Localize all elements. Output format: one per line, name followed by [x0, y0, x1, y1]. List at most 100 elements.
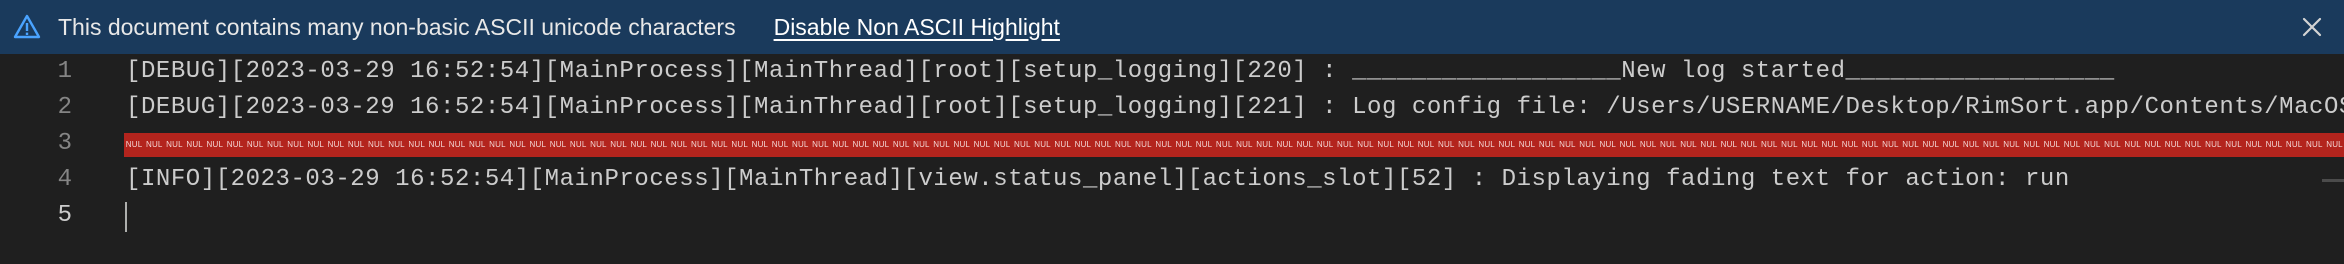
- nul-char: NUL: [2063, 140, 2081, 149]
- line-text[interactable]: [DEBUG][2023-03-29 16:52:54][MainProcess…: [126, 90, 2344, 126]
- nul-char: NUL: [388, 140, 405, 149]
- nul-char: NUL: [1195, 140, 1213, 149]
- nul-char: NUL: [1882, 140, 1899, 149]
- nul-char: NUL: [489, 140, 506, 149]
- line-text[interactable]: [DEBUG][2023-03-29 16:52:54][MainProcess…: [126, 54, 2115, 90]
- banner-message: This document contains many non-basic AS…: [58, 13, 736, 40]
- nul-char: NUL: [448, 140, 466, 149]
- nul-char: NUL: [1377, 140, 1395, 149]
- nul-char: NUL: [2104, 140, 2121, 149]
- nul-char: NUL: [2164, 140, 2182, 149]
- nul-char: NUL: [650, 140, 668, 149]
- nul-char: NUL: [1458, 140, 1475, 149]
- nul-char: NUL: [1437, 140, 1455, 149]
- close-icon[interactable]: [2298, 13, 2326, 41]
- nul-char: NUL: [1962, 140, 1980, 149]
- nul-char: NUL: [1034, 140, 1051, 149]
- nul-char: NUL: [1700, 140, 1718, 149]
- editor-window: This document contains many non-basic AS…: [0, 0, 2344, 264]
- nul-char: NUL: [973, 140, 991, 149]
- nul-char: NUL: [1619, 140, 1637, 149]
- line-text[interactable]: [INFO][2023-03-29 16:52:54][MainProcess]…: [126, 162, 2070, 198]
- nul-char: NUL: [1599, 140, 1617, 149]
- code-editor[interactable]: 1 [DEBUG][2023-03-29 16:52:54][MainProce…: [0, 54, 2344, 264]
- nul-char: NUL: [1518, 140, 1536, 149]
- nul-char: NUL: [1559, 140, 1576, 149]
- nul-char: NUL: [1175, 140, 1193, 149]
- nul-char: NUL: [2124, 140, 2141, 149]
- nul-char: NUL: [529, 140, 547, 149]
- nul-char: NUL: [1296, 140, 1314, 149]
- nul-char: NUL: [2083, 140, 2101, 149]
- line-number: 5: [57, 202, 72, 229]
- nul-char: NUL: [1478, 140, 1495, 149]
- nul-char: NUL: [226, 140, 244, 149]
- nul-char: NUL: [2003, 140, 2020, 149]
- editor-line: 3 NUL NUL NUL NUL NUL NUL NUL NUL NUL NUL NUL NUL NU…: [0, 126, 2344, 162]
- nul-char: NUL: [246, 140, 264, 149]
- nul-char: NUL: [1760, 140, 1778, 149]
- editor-line: 4 [INFO][2023-03-29 16:52:54][MainProces…: [0, 162, 2344, 198]
- nul-char: NUL: [2023, 140, 2041, 149]
- nul-char: NUL: [1397, 140, 1415, 149]
- warning-triangle-icon: [10, 10, 44, 44]
- line-number: 1: [57, 58, 72, 85]
- nul-char: NUL: [1054, 140, 1072, 149]
- line-number: 4: [57, 166, 72, 193]
- editor-line: 2 [DEBUG][2023-03-29 16:52:54][MainProce…: [0, 90, 2344, 126]
- nul-char: NUL: [771, 140, 789, 149]
- nul-char: NUL: [751, 140, 769, 149]
- nul-char: NUL: [1155, 140, 1172, 149]
- nul-char: NUL: [1215, 140, 1233, 149]
- nul-char: NUL: [1114, 140, 1132, 149]
- nul-char: NUL: [1781, 140, 1798, 149]
- nul-char: NUL: [2225, 140, 2242, 149]
- nul-char: NUL: [368, 140, 385, 149]
- nul-char: NUL: [1276, 140, 1294, 149]
- nul-char: NUL: [590, 140, 607, 149]
- text-cursor: [125, 202, 127, 232]
- nul-char: NUL: [569, 140, 587, 149]
- nul-char: NUL: [2184, 140, 2202, 149]
- nul-char: NUL: [670, 140, 688, 149]
- nul-char: NUL: [872, 140, 890, 149]
- nul-char: NUL: [1660, 140, 1677, 149]
- nul-char: NUL: [327, 140, 345, 149]
- nul-char: NUL: [953, 140, 971, 149]
- nul-characters-highlight[interactable]: NUL NUL NUL NUL NUL NUL NUL NUL NUL NUL NUL NUL NUL N…: [124, 133, 2344, 157]
- editor-line-current: 5: [0, 198, 2344, 234]
- nul-char: NUL: [812, 140, 829, 149]
- nul-char: NUL: [1841, 140, 1859, 149]
- nul-char: NUL: [1236, 140, 1253, 149]
- nul-char: NUL: [2205, 140, 2222, 149]
- nul-char: NUL: [1720, 140, 1738, 149]
- nul-char: NUL: [1135, 140, 1152, 149]
- nul-char: NUL: [186, 140, 203, 149]
- nul-char: NUL: [1740, 140, 1758, 149]
- nul-char: NUL: [1902, 140, 1919, 149]
- nul-char: NUL: [1983, 140, 2000, 149]
- nul-char: NUL: [1942, 140, 1960, 149]
- nul-char: NUL: [1639, 140, 1657, 149]
- nul-char: NUL: [2326, 140, 2343, 149]
- nul-char: NUL: [1498, 140, 1516, 149]
- nul-char: NUL: [1579, 140, 1596, 149]
- nul-char: NUL: [832, 140, 849, 149]
- nul-char: NUL: [166, 140, 183, 149]
- nul-char: NUL: [892, 140, 910, 149]
- nul-char: NUL: [549, 140, 567, 149]
- nul-char: NUL: [691, 140, 708, 149]
- nul-char: NUL: [1861, 140, 1879, 149]
- nul-char: NUL: [1094, 140, 1112, 149]
- nul-char: NUL: [731, 140, 749, 149]
- nul-char: NUL: [307, 140, 325, 149]
- nul-char: NUL: [206, 140, 224, 149]
- nul-char: NUL: [1538, 140, 1556, 149]
- disable-highlight-link[interactable]: Disable Non ASCII Highlight: [774, 14, 1060, 41]
- nul-char: NUL: [145, 140, 163, 149]
- nul-char: NUL: [287, 140, 304, 149]
- nul-char: NUL: [1357, 140, 1374, 149]
- nul-char: NUL: [2043, 140, 2061, 149]
- nul-char: NUL: [1074, 140, 1092, 149]
- nul-char: NUL: [347, 140, 365, 149]
